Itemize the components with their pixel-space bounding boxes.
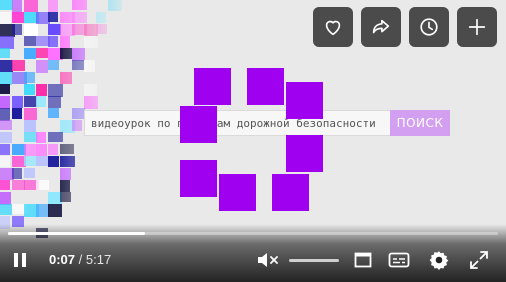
mosaic-tile	[48, 60, 59, 70]
gear-icon	[429, 251, 449, 270]
mosaic-tile	[12, 12, 24, 23]
video-search-bar: видеоурок по правилам дорожной безопасно…	[84, 110, 450, 136]
mosaic-tile	[36, 144, 47, 156]
settings-button[interactable]	[427, 249, 451, 271]
mosaic-tile	[24, 24, 38, 36]
share-arrow-icon	[372, 19, 390, 34]
mute-button[interactable]	[256, 249, 280, 271]
progress-fill	[8, 232, 146, 235]
loading-square	[180, 106, 217, 143]
share-button[interactable]	[361, 7, 401, 47]
mosaic-tile	[36, 84, 47, 96]
loading-square	[194, 68, 231, 105]
video-search-query: видеоурок по правилам дорожной безопасно…	[84, 110, 390, 136]
duration: 5:17	[85, 252, 112, 267]
mosaic-tile	[36, 180, 49, 190]
mosaic-tile	[0, 144, 10, 155]
mosaic-tile	[48, 108, 59, 118]
heart-icon	[325, 20, 341, 36]
mosaic-tile	[36, 48, 48, 58]
volume-muted-icon	[258, 253, 278, 267]
video-player[interactable]: видеоурок по правилам дорожной безопасно…	[0, 0, 506, 282]
loading-square	[247, 68, 284, 105]
subtitles-icon	[388, 252, 410, 268]
add-button[interactable]	[457, 7, 497, 47]
mosaic-tile	[0, 132, 12, 143]
mosaic-tile	[12, 108, 22, 119]
mosaic-tile	[36, 132, 46, 143]
watch-later-button[interactable]	[409, 7, 449, 47]
mosaic-tile	[48, 0, 58, 12]
loading-square	[219, 174, 256, 211]
top-actions	[313, 7, 497, 47]
mosaic-tile	[0, 120, 12, 130]
subtitles-button[interactable]	[387, 249, 411, 271]
mosaic-tile	[24, 120, 36, 132]
plus-icon	[468, 18, 486, 36]
mosaic-tile	[0, 84, 10, 94]
loading-square	[272, 174, 309, 211]
mosaic-tile	[36, 60, 48, 73]
mosaic-tile	[24, 72, 35, 83]
loading-square	[286, 135, 323, 172]
mosaic-tile	[24, 144, 36, 156]
mosaic-tile	[0, 48, 10, 58]
mosaic-tile	[0, 12, 11, 24]
pause-button[interactable]	[10, 248, 30, 272]
progress-bar[interactable]	[8, 232, 498, 235]
like-button[interactable]	[313, 7, 353, 47]
volume-slider[interactable]	[289, 259, 339, 262]
loading-square	[180, 160, 217, 197]
mosaic-tile	[24, 36, 36, 46]
video-search-button: ПОИСК	[390, 110, 450, 136]
mosaic-tile	[24, 108, 37, 120]
mosaic-tile	[48, 144, 58, 155]
mosaic-tile	[48, 36, 58, 47]
mosaic-tile	[0, 180, 10, 190]
expand-icon	[470, 251, 488, 269]
mosaic-tile	[24, 168, 35, 178]
pause-icon	[14, 253, 26, 267]
mosaic-tile	[24, 84, 35, 95]
mosaic-tile	[48, 156, 59, 167]
fullscreen-button[interactable]	[467, 249, 491, 271]
mosaic-tile	[48, 12, 58, 22]
mosaic-tile	[0, 156, 10, 167]
loading-square	[286, 82, 323, 119]
window-icon	[354, 252, 372, 268]
mosaic-tile	[12, 60, 25, 71]
time-separator: /	[78, 252, 83, 267]
miniplayer-button[interactable]	[351, 249, 375, 271]
mosaic-tile	[36, 96, 46, 107]
clock-icon	[420, 18, 438, 36]
time-display: 0:07 / 5:17	[49, 252, 111, 267]
mosaic-tile	[24, 0, 38, 12]
current-time: 0:07	[49, 252, 76, 267]
player-controls: 0:07 / 5:17	[0, 224, 506, 282]
mosaic-tile	[12, 24, 22, 35]
mosaic-tile	[0, 204, 12, 215]
mosaic-tile	[12, 96, 23, 108]
mosaic-tile	[24, 48, 36, 59]
mosaic-tile	[12, 168, 22, 179]
